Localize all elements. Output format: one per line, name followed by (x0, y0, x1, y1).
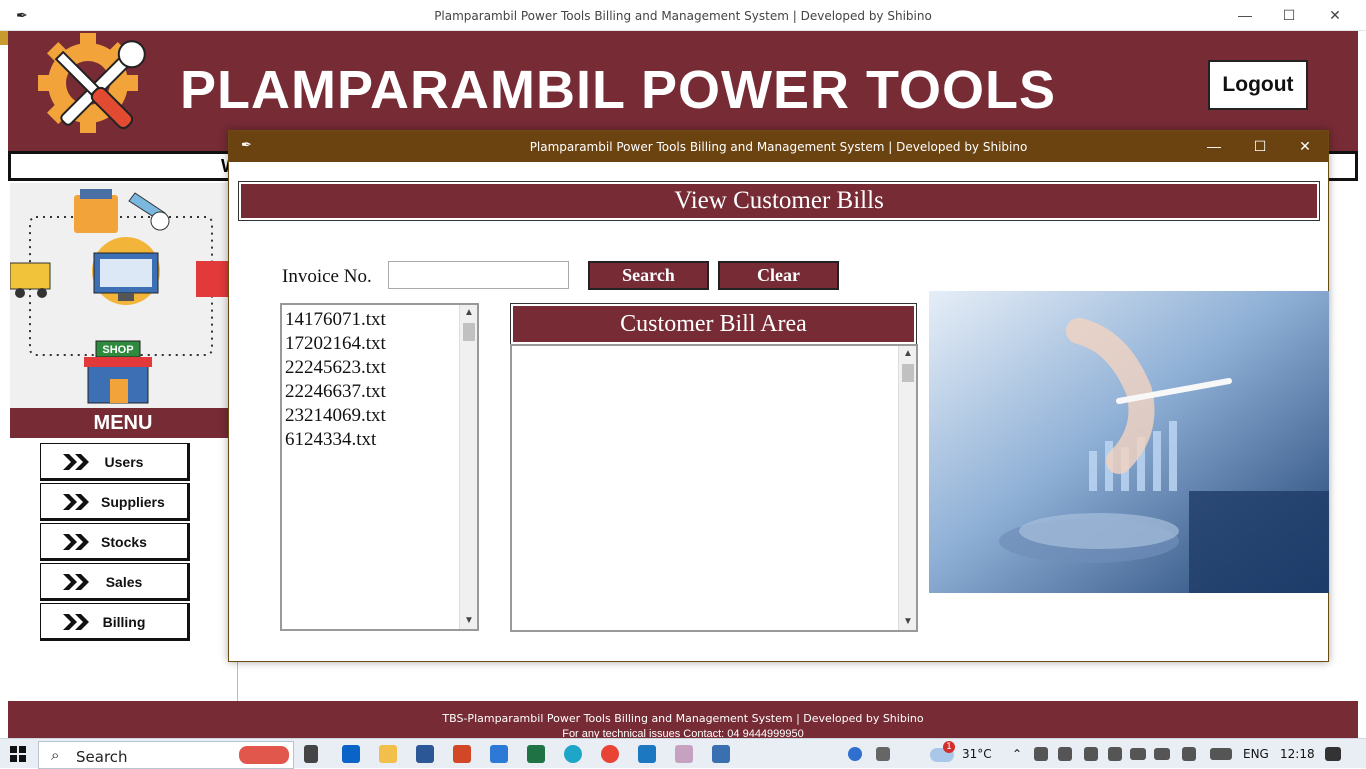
dialog-titlebar: ✒ Plamparambil Power Tools Billing and M… (229, 131, 1328, 162)
excel-icon[interactable] (527, 745, 545, 763)
left-window-edge (0, 31, 8, 703)
double-chevron-right-icon (63, 614, 89, 630)
finance-chart-photo (929, 291, 1329, 593)
bill-text-area[interactable]: ▲ ▼ (510, 344, 918, 632)
minimize-icon[interactable]: — (1222, 0, 1268, 31)
menu-item-label: Stocks (101, 534, 147, 550)
scroll-down-icon[interactable]: ▼ (460, 613, 478, 629)
menu-item-label: Billing (102, 614, 146, 630)
task-view-icon[interactable] (304, 745, 318, 763)
dialog-minimize-icon[interactable]: — (1191, 131, 1237, 162)
taskbar-search-text: Search (76, 748, 128, 766)
security-icon[interactable] (1034, 747, 1048, 761)
bill-file-list[interactable]: 14176071.txt 17202164.txt 22245623.txt 2… (280, 303, 479, 631)
help-icon[interactable] (848, 747, 862, 761)
word-icon[interactable] (416, 745, 434, 763)
footer-contact-text: For any technical issues Contact: 04 944… (562, 728, 804, 738)
weather-temp[interactable]: 31°C (962, 747, 992, 761)
menu-item-label: Users (104, 454, 144, 470)
people-icon[interactable] (876, 747, 890, 761)
dialog-close-icon[interactable]: ✕ (1282, 131, 1328, 162)
keyboard-icon[interactable] (1210, 748, 1232, 760)
scroll-thumb[interactable] (463, 323, 475, 341)
edge-icon[interactable] (564, 745, 582, 763)
double-chevron-right-icon (63, 534, 89, 550)
footer-text: TBS-Plamparambil Power Tools Billing and… (442, 712, 924, 725)
menu-suppliers-button[interactable]: Suppliers (40, 483, 190, 521)
mail-icon[interactable] (342, 745, 360, 763)
menu-item-label: Sales (105, 574, 143, 590)
menu-billing-button[interactable]: Billing (40, 603, 190, 641)
logout-button[interactable]: Logout (1208, 60, 1308, 110)
volume-icon[interactable] (1058, 747, 1072, 761)
dialog-heading: View Customer Bills (238, 181, 1320, 221)
powerpoint-icon[interactable] (453, 745, 471, 763)
bill-area-scrollbar[interactable]: ▲ ▼ (898, 346, 916, 630)
clear-button[interactable]: Clear (718, 261, 839, 290)
scroll-up-icon[interactable]: ▲ (899, 346, 917, 362)
list-item[interactable]: 22246637.txt (285, 380, 386, 404)
menu-sales-button[interactable]: Sales (40, 563, 190, 601)
app-footer: TBS-Plamparambil Power Tools Billing and… (8, 701, 1358, 738)
double-chevron-right-icon (63, 494, 89, 510)
wifi-icon[interactable] (1084, 747, 1098, 761)
store-icon[interactable] (490, 745, 508, 763)
scroll-thumb[interactable] (902, 364, 914, 382)
cloud-icon[interactable] (1130, 748, 1146, 760)
vscode-icon[interactable] (638, 745, 656, 763)
menu-users-button[interactable]: Users (40, 443, 190, 481)
double-chevron-right-icon (63, 574, 89, 590)
language-indicator[interactable]: ENG (1243, 747, 1269, 761)
chrome-icon[interactable] (601, 745, 619, 763)
invoice-label: Invoice No. (282, 266, 372, 287)
menu-stocks-button[interactable]: Stocks (40, 523, 190, 561)
dialog-title: Plamparambil Power Tools Billing and Man… (529, 140, 1028, 154)
windows-start-icon[interactable] (10, 746, 26, 762)
notification-center-icon[interactable] (1325, 747, 1341, 761)
menu-heading: MENU (10, 408, 236, 438)
search-highlight-icon (239, 746, 289, 764)
notification-badge: 1 (943, 741, 955, 753)
list-item[interactable]: 17202164.txt (285, 332, 386, 356)
scroll-down-icon[interactable]: ▼ (899, 614, 917, 630)
battery-icon[interactable] (1154, 748, 1170, 760)
list-item[interactable]: 23214069.txt (285, 404, 386, 428)
view-bills-dialog: ✒ Plamparambil Power Tools Billing and M… (228, 130, 1329, 662)
windows-taskbar: ⌕ Search 1 31°C ⌃ ENG 12:18 (0, 738, 1366, 769)
store-illustration-icon: SHOP (10, 183, 236, 409)
location-icon[interactable] (1108, 747, 1122, 761)
list-item[interactable]: 22245623.txt (285, 356, 386, 380)
search-button[interactable]: Search (588, 261, 709, 290)
invoice-input[interactable] (388, 261, 569, 289)
python-feather-icon[interactable] (675, 745, 693, 763)
file-explorer-icon[interactable] (379, 745, 397, 763)
dialog-maximize-icon[interactable]: ☐ (1237, 131, 1283, 162)
bill-area-heading: Customer Bill Area (510, 303, 917, 345)
gear-wrench-logo-icon (38, 33, 146, 133)
pen-icon[interactable] (1182, 747, 1196, 761)
scroll-up-icon[interactable]: ▲ (460, 305, 478, 321)
main-window-titlebar: ✒ Plamparambil Power Tools Billing and M… (0, 0, 1366, 31)
list-item[interactable]: 6124334.txt (285, 428, 386, 452)
maximize-icon[interactable]: ☐ (1266, 0, 1312, 31)
shop-sign: SHOP (102, 344, 133, 356)
side-menu: SHOP MENU Users Suppliers Stocks Sales B… (8, 181, 238, 701)
menu-item-label: Suppliers (101, 494, 165, 510)
double-chevron-right-icon (63, 454, 89, 470)
taskbar-search-box[interactable]: ⌕ Search (38, 741, 294, 769)
brand-title: PLAMPARAMBIL POWER TOOLS (180, 60, 1057, 120)
main-window-title: Plamparambil Power Tools Billing and Man… (434, 9, 932, 23)
list-item[interactable]: 14176071.txt (285, 308, 386, 332)
file-list-scrollbar[interactable]: ▲ ▼ (459, 305, 477, 629)
search-icon: ⌕ (51, 747, 60, 764)
python-app-icon[interactable] (712, 745, 730, 763)
clock[interactable]: 12:18 (1280, 747, 1315, 761)
close-icon[interactable]: ✕ (1312, 0, 1358, 31)
tray-expand-icon[interactable]: ⌃ (1012, 747, 1022, 761)
